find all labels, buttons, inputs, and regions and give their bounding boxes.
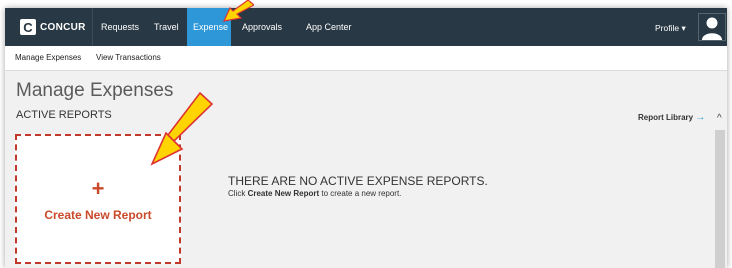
profile-label: Profile xyxy=(655,23,680,33)
section-heading: ACTIVE REPORTS xyxy=(16,109,112,121)
concur-logo-text: CONCUR xyxy=(40,21,86,33)
concur-logo[interactable]: C CONCUR xyxy=(20,18,86,36)
empty-state-bold: Create New Report xyxy=(247,189,320,198)
report-library-label: Report Library xyxy=(638,113,694,122)
arrow-right-icon: → xyxy=(695,112,706,123)
empty-state-prefix: Click xyxy=(228,189,248,198)
nav-requests[interactable]: Requests xyxy=(95,8,145,46)
nav-travel[interactable]: Travel xyxy=(148,8,185,46)
nav-app-center[interactable]: App Center xyxy=(300,8,358,46)
subnav-view-transactions[interactable]: View Transactions xyxy=(96,46,161,70)
sub-nav-bar: Manage Expenses View Transactions xyxy=(5,46,727,71)
concur-logo-icon: C xyxy=(20,19,36,35)
empty-state-title: THERE ARE NO ACTIVE EXPENSE REPORTS. xyxy=(228,174,488,188)
yellow-arrow-icon xyxy=(150,91,214,166)
profile-menu[interactable]: Profile ▾ xyxy=(655,8,686,46)
chevron-down-icon: ▾ xyxy=(681,23,686,33)
yellow-arrow-icon xyxy=(222,0,254,22)
nav-divider xyxy=(92,8,93,46)
app-window: C CONCUR Requests Travel Expense Approva… xyxy=(5,8,727,268)
user-avatar-icon[interactable] xyxy=(698,13,726,41)
scrollbar[interactable] xyxy=(715,130,725,268)
report-library-link[interactable]: Report Library → xyxy=(638,112,705,123)
empty-state-suffix: to create a new report. xyxy=(319,189,402,198)
scroll-up-icon[interactable]: ^ xyxy=(717,113,722,124)
empty-state-subtitle: Click Create New Report to create a new … xyxy=(228,189,401,198)
top-nav-bar: C CONCUR Requests Travel Expense Approva… xyxy=(5,8,727,46)
plus-icon: + xyxy=(91,176,105,201)
subnav-manage-expenses[interactable]: Manage Expenses xyxy=(15,46,81,70)
create-new-report-label: Create New Report xyxy=(44,208,152,222)
